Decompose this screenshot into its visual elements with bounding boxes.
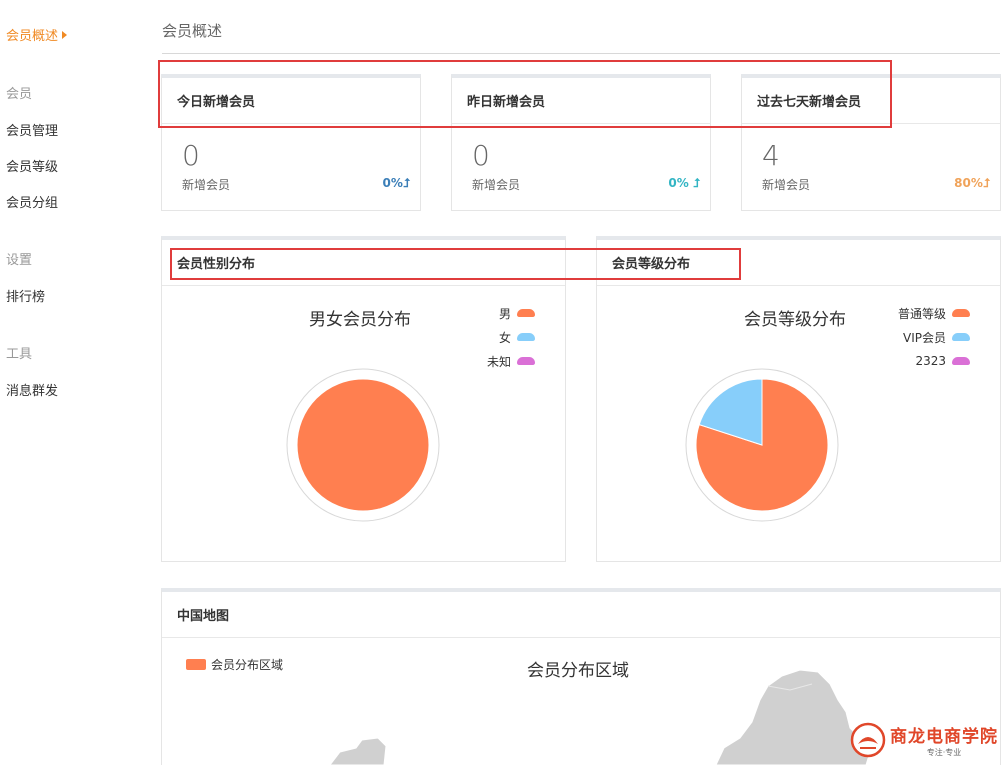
legend-swatch: [517, 309, 535, 317]
legend-swatch: [517, 357, 535, 365]
sidebar-item-label: 会员概述: [6, 29, 59, 44]
sidebar-item-member-manage[interactable]: 会员管理: [6, 120, 58, 139]
legend-label: 女: [498, 330, 511, 345]
logo-emblem-icon: [850, 722, 886, 758]
legend-item[interactable]: 男: [435, 301, 535, 325]
watermark-name: 商龙电商学院: [890, 727, 998, 747]
legend-label: 未知: [486, 354, 511, 369]
stat-percent-value: 80%: [954, 176, 983, 190]
legend-item[interactable]: 普通等级: [870, 301, 970, 325]
legend-swatch: [952, 333, 970, 341]
sidebar-group-settings: 设置: [6, 253, 33, 268]
legend-item[interactable]: 未知: [435, 349, 535, 373]
trend-up-icon: ⮥: [688, 176, 700, 190]
trend-up-icon: ⮥: [982, 176, 990, 190]
map-legend[interactable]: 会员分布区域: [186, 656, 283, 673]
level-chart-panel: 会员等级分布: [596, 236, 1001, 562]
legend-label: 普通等级: [897, 306, 946, 321]
watermark-logo: 商龙电商学院 专注·专业: [850, 722, 998, 758]
stat-percent: 80%⮥: [954, 176, 990, 191]
sidebar-group-member: 会员: [6, 87, 33, 102]
stat-card-today: 今日新增会员 0 新增会员 0%⮥: [161, 74, 421, 211]
stat-percent-value: 0%: [382, 176, 403, 190]
sidebar-item-member-group[interactable]: 会员分组: [6, 192, 58, 211]
panel-title: 会员性别分布: [162, 240, 565, 286]
panel-title: 会员等级分布: [597, 240, 1000, 286]
legend-label: 2323: [915, 354, 946, 368]
sidebar-item-broadcast[interactable]: 消息群发: [6, 380, 58, 399]
gender-chart-title: 男女会员分布: [309, 310, 411, 330]
legend-swatch: [952, 309, 970, 317]
legend-label: VIP会员: [903, 330, 946, 345]
stat-percent-value: 0%: [668, 176, 689, 190]
legend-swatch: [517, 333, 535, 341]
title-divider: [162, 53, 1000, 54]
sidebar-item-member-overview[interactable]: 会员概述: [6, 25, 68, 44]
stat-card-title: 今日新增会员: [162, 78, 420, 124]
gender-chart-panel: 会员性别分布: [161, 236, 566, 562]
stat-card-title: 过去七天新增会员: [742, 78, 1000, 124]
map-legend-label: 会员分布区域: [211, 658, 284, 672]
stat-label: 新增会员: [762, 178, 811, 192]
stat-value: 0: [182, 139, 200, 172]
map-legend-swatch: [186, 659, 206, 670]
sidebar: 会员概述 会员 会员管理 会员等级 会员分组 设置 排行榜 工具 消息群发: [0, 0, 140, 765]
level-chart-title: 会员等级分布: [744, 310, 846, 330]
stat-card-last-7-days: 过去七天新增会员 4 新增会员 80%⮥: [741, 74, 1001, 211]
sidebar-item-ranking[interactable]: 排行榜: [6, 286, 45, 305]
watermark-tagline: 专注·专业: [926, 748, 962, 757]
sidebar-group-tools: 工具: [6, 347, 33, 362]
trend-up-icon: ⮥: [402, 176, 410, 190]
page-title: 会员概述: [162, 22, 223, 40]
stat-card-title: 昨日新增会员: [452, 78, 710, 124]
map-chart-title: 会员分布区域: [527, 661, 629, 681]
legend-label: 男: [498, 306, 511, 321]
panel-title: 中国地图: [162, 592, 1000, 638]
gender-chart-legend: 男女未知: [435, 301, 535, 373]
legend-swatch: [952, 357, 970, 365]
stat-label: 新增会员: [472, 178, 521, 192]
stat-card-yesterday: 昨日新增会员 0 新增会员 0% ⮥: [451, 74, 711, 211]
legend-item[interactable]: 2323: [870, 349, 970, 373]
stat-value: 4: [762, 139, 780, 172]
caret-right-icon: [62, 30, 68, 39]
stat-value: 0: [472, 139, 490, 172]
stat-percent: 0%⮥: [383, 176, 410, 191]
stat-label: 新增会员: [182, 178, 231, 192]
sidebar-item-member-level[interactable]: 会员等级: [6, 156, 58, 175]
level-chart-legend: 普通等级 VIP会员 2323: [870, 301, 970, 373]
legend-item[interactable]: 女: [435, 325, 535, 349]
stat-percent: 0% ⮥: [668, 176, 700, 191]
legend-item[interactable]: VIP会员: [870, 325, 970, 349]
